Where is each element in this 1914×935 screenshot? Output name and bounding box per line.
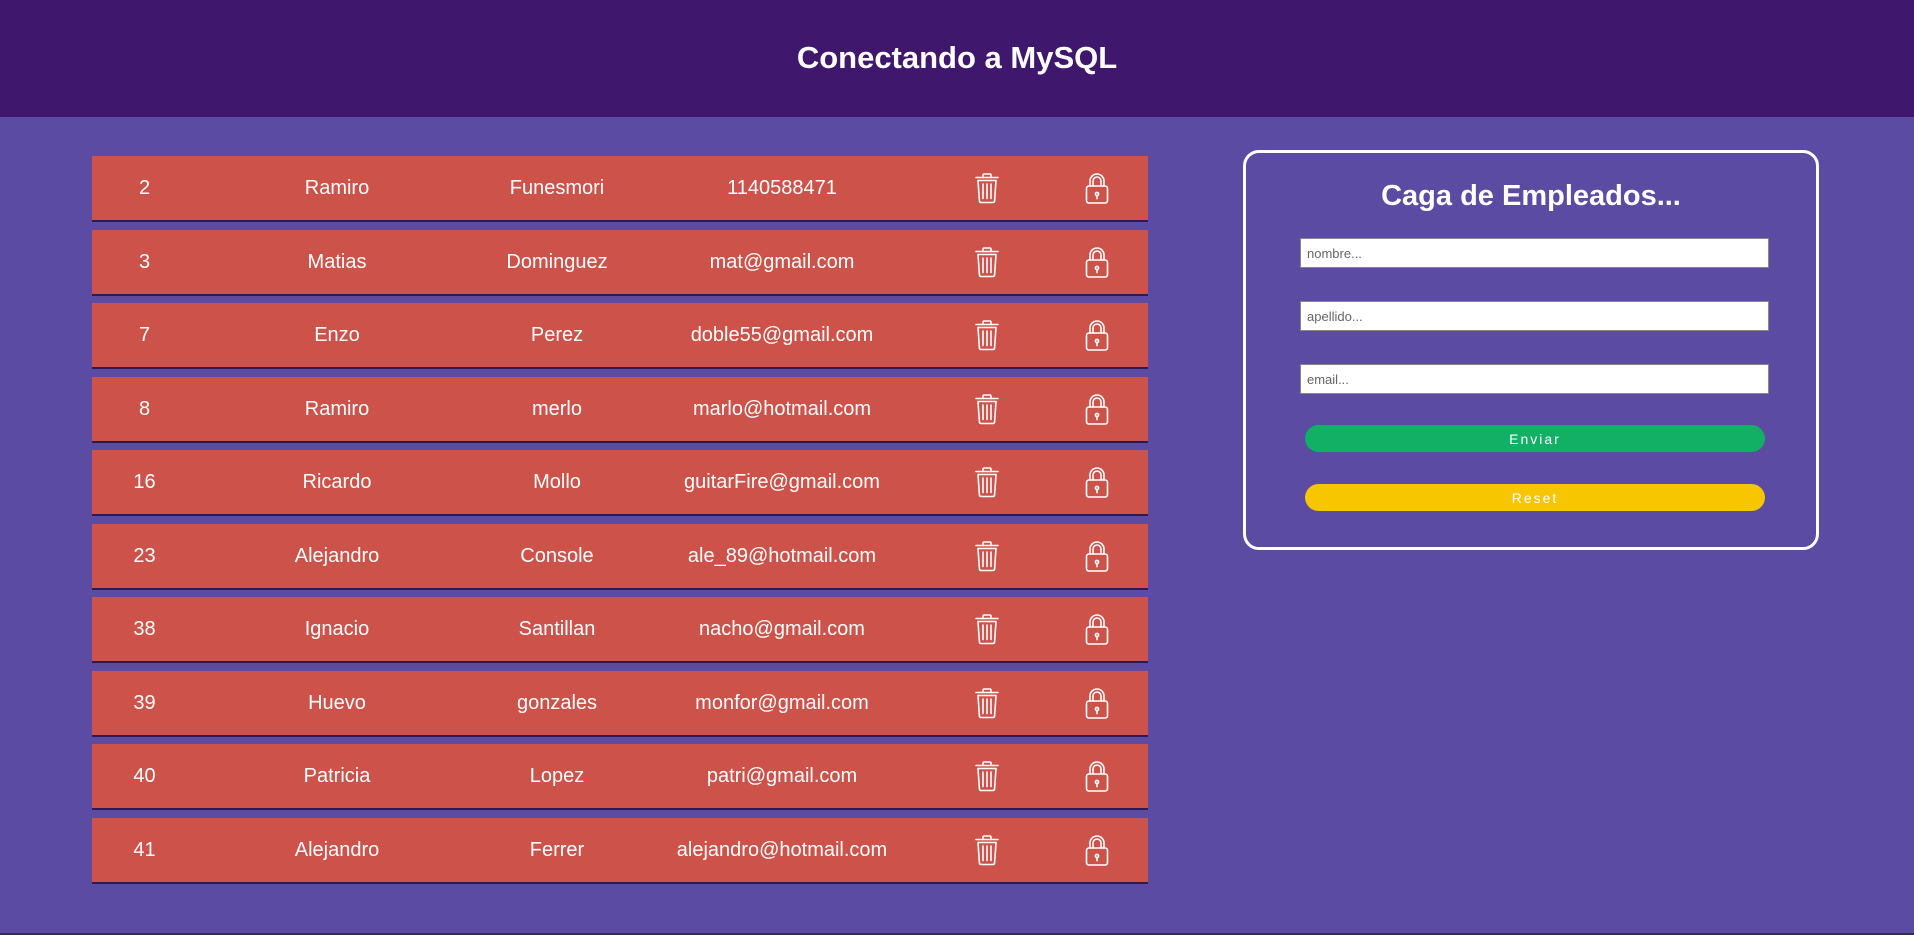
table-row: 3 Matias Dominguez mat@gmail.com xyxy=(92,229,1148,294)
employee-nombre: Alejandro xyxy=(294,544,380,567)
employee-email: alejandro@hotmail.com xyxy=(676,838,888,861)
trash-icon[interactable] xyxy=(969,685,1005,721)
apellido-input[interactable] xyxy=(1300,301,1769,331)
trash-icon[interactable] xyxy=(969,611,1005,647)
trash-icon[interactable] xyxy=(969,244,1005,280)
employee-nombre: Patricia xyxy=(303,765,371,787)
reset-button[interactable]: Reset xyxy=(1305,484,1765,511)
table-row: 40 Patricia Lopez patri@gmail.com xyxy=(92,744,1148,808)
employee-apellido: gonzales xyxy=(516,691,598,714)
employee-apellido: Santillan xyxy=(518,618,596,640)
employee-nombre: Ricardo xyxy=(302,471,372,493)
employee-email: patri@gmail.com xyxy=(706,765,858,787)
employee-email: 1140588471 xyxy=(727,177,837,199)
employee-email: ale_89@hotmail.com xyxy=(687,544,877,567)
form-title: Caga de Empleados... xyxy=(1381,180,1681,212)
table-row: 41 Alejandro Ferrer alejandro@hotmail.co… xyxy=(92,817,1148,882)
lock-icon[interactable] xyxy=(1079,391,1115,427)
employee-email: guitarFire@gmail.com xyxy=(684,471,880,493)
employee-apellido: Lopez xyxy=(529,765,585,787)
table-row: 23 Alejandro Console ale_89@hotmail.com xyxy=(92,523,1148,588)
email-input[interactable] xyxy=(1300,364,1769,394)
lock-icon[interactable] xyxy=(1079,244,1115,280)
employee-email: marlo@hotmail.com xyxy=(692,397,872,420)
lock-icon[interactable] xyxy=(1079,758,1115,794)
table-row: 39 Huevo gonzales monfor@gmail.com xyxy=(92,670,1148,735)
employee-apellido: Funesmori xyxy=(509,177,605,199)
employee-apellido: Ferrer xyxy=(529,838,585,861)
table-row: 7 Enzo Perez doble55@gmail.com xyxy=(92,303,1148,367)
trash-icon[interactable] xyxy=(969,317,1005,353)
employee-nombre: Huevo xyxy=(308,691,366,714)
trash-icon[interactable] xyxy=(969,758,1005,794)
lock-icon[interactable] xyxy=(1079,317,1115,353)
employee-email: doble55@gmail.com xyxy=(690,324,874,346)
trash-icon[interactable] xyxy=(969,391,1005,427)
employee-apellido: Dominguez xyxy=(506,250,608,273)
employee-form: Caga de Empleados... Enviar Reset xyxy=(1243,150,1819,550)
send-button[interactable]: Enviar xyxy=(1305,425,1765,452)
employee-id: 7 xyxy=(138,324,151,346)
lock-icon[interactable] xyxy=(1079,538,1115,574)
table-row: 16 Ricardo Mollo guitarFire@gmail.com xyxy=(92,450,1148,514)
employee-id: 38 xyxy=(133,618,156,640)
trash-icon[interactable] xyxy=(969,170,1005,206)
table-row: 8 Ramiro merlo marlo@hotmail.com xyxy=(92,376,1148,441)
employee-nombre: Ramiro xyxy=(304,177,370,199)
table-row: 38 Ignacio Santillan nacho@gmail.com xyxy=(92,597,1148,661)
employee-nombre: Ramiro xyxy=(304,397,370,420)
employee-apellido: Perez xyxy=(530,324,584,346)
employee-id: 23 xyxy=(133,544,156,567)
employee-id: 2 xyxy=(138,177,151,199)
nombre-input[interactable] xyxy=(1300,238,1769,268)
lock-icon[interactable] xyxy=(1079,611,1115,647)
employee-apellido: Mollo xyxy=(533,471,581,493)
employee-email: monfor@gmail.com xyxy=(695,691,869,714)
lock-icon[interactable] xyxy=(1079,685,1115,721)
lock-icon[interactable] xyxy=(1079,832,1115,868)
employee-id: 16 xyxy=(133,471,156,493)
employee-nombre: Ignacio xyxy=(304,618,370,640)
employee-apellido: Console xyxy=(520,544,594,567)
employee-apellido: merlo xyxy=(531,397,582,420)
employee-id: 40 xyxy=(133,765,156,787)
table-row: 2 Ramiro Funesmori 1140588471 xyxy=(92,156,1148,220)
page-title: Conectando a MySQL xyxy=(796,39,1118,75)
employee-email: mat@gmail.com xyxy=(709,250,855,273)
page-header: Conectando a MySQL xyxy=(0,0,1914,117)
employee-id: 8 xyxy=(138,397,151,420)
lock-icon[interactable] xyxy=(1079,464,1115,500)
employee-id: 39 xyxy=(133,691,156,714)
lock-icon[interactable] xyxy=(1079,170,1115,206)
trash-icon[interactable] xyxy=(969,832,1005,868)
employee-id: 3 xyxy=(138,250,151,273)
employee-nombre: Alejandro xyxy=(294,838,380,861)
employee-nombre: Enzo xyxy=(314,324,360,346)
employee-list: 2 Ramiro Funesmori 1140588471 3 Matias D xyxy=(92,156,1148,891)
employee-id: 41 xyxy=(133,838,156,861)
trash-icon[interactable] xyxy=(969,538,1005,574)
employee-nombre: Matias xyxy=(307,250,367,273)
trash-icon[interactable] xyxy=(969,464,1005,500)
employee-email: nacho@gmail.com xyxy=(699,618,865,640)
